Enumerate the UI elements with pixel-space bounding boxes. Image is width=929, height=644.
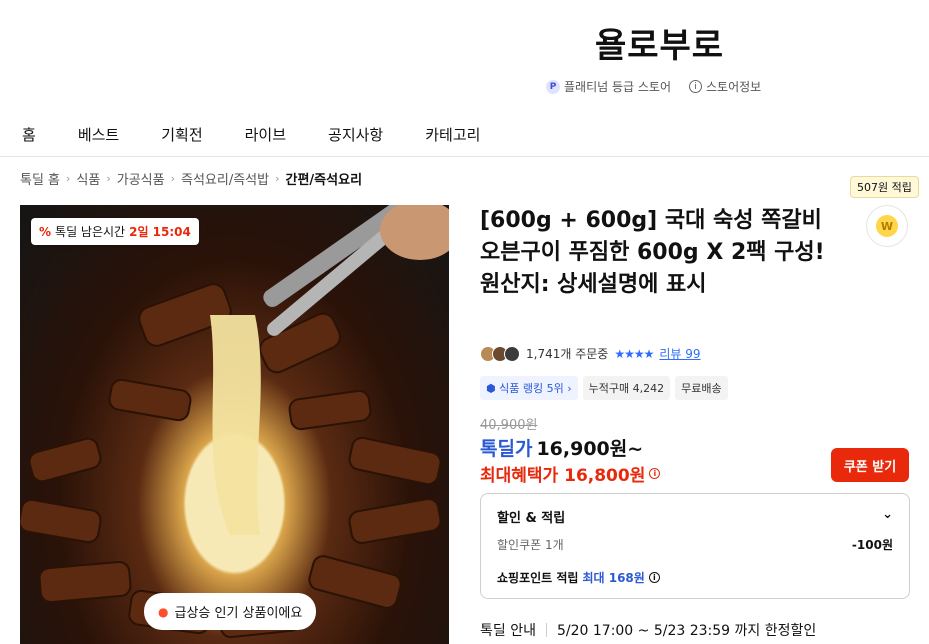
discount-title: 할인 & 적립 [497, 511, 566, 526]
nav-divider [0, 156, 929, 157]
nav-notice[interactable]: 공지사항 [328, 124, 383, 145]
points-value: 최대 168원 [582, 571, 645, 585]
deal-price-row: 톡딜가 16,900원~ [480, 434, 643, 461]
store-name: 욜로부로 [594, 26, 725, 66]
deal-info-period: 5/20 17:00 ~ 5/23 23:59 까지 한정할인 [556, 623, 817, 639]
fire-icon: ● [158, 604, 169, 619]
coupon-button[interactable]: 쿠폰 받기 [831, 448, 909, 482]
nav-best[interactable]: 베스트 [78, 124, 119, 145]
nav-live[interactable]: 라이브 [245, 124, 286, 145]
chevron-right-icon: › [275, 172, 280, 185]
points-label: 쇼핑포인트 적립 [497, 571, 579, 585]
deal-info: 톡딜 안내 5/20 17:00 ~ 5/23 23:59 까지 한정할인 [480, 620, 816, 640]
original-price: 40,900원 [480, 418, 538, 433]
deal-timer-badge: % 톡딜 남은시간 2일 15:04 [31, 218, 199, 245]
breadcrumb-item[interactable]: 가공식품 [117, 169, 165, 188]
store-grade[interactable]: P 플래티넘 등급 스토어 [546, 78, 671, 95]
deal-info-label: 톡딜 안내 [480, 623, 536, 639]
info-icon[interactable]: i [649, 468, 661, 479]
chevron-right-icon: › [66, 172, 71, 185]
trending-pill: ● 급상승 인기 상품이에요 [144, 593, 317, 630]
divider [545, 623, 547, 637]
ranking-tag[interactable]: ⬢ 식품 랭킹 5위 › [480, 376, 578, 400]
coupon-row: 할인쿠폰 1개 -100원 [497, 536, 893, 553]
info-icon: i [689, 80, 702, 93]
discount-header[interactable]: 할인 & 적립 ⌄ [497, 507, 893, 526]
breadcrumb-current[interactable]: 간편/즉석요리 [286, 169, 363, 188]
store-meta: P 플래티넘 등급 스토어 i 스토어정보 [546, 78, 761, 95]
breadcrumb-item[interactable]: 즉석요리/즉석밥 [181, 169, 269, 188]
store-grade-label: 플래티넘 등급 스토어 [564, 80, 671, 94]
chevron-down-icon[interactable]: ⌄ [882, 507, 893, 526]
coupon-value: -100원 [851, 538, 893, 552]
nav-home[interactable]: 홈 [22, 124, 36, 145]
deal-price-label: 톡딜가 [480, 438, 533, 460]
chevron-right-icon: › [170, 172, 175, 185]
store-info-link[interactable]: i 스토어정보 [689, 78, 761, 95]
buyer-avatars [480, 345, 520, 362]
breadcrumb-item[interactable]: 식품 [76, 169, 100, 188]
max-benefit-price[interactable]: 최대혜택가 16,800원 i [480, 461, 661, 486]
info-icon[interactable]: i [648, 572, 660, 583]
store-nav: 홈 베스트 기획전 라이브 공지사항 카테고리 [22, 124, 522, 145]
store-info-label: 스토어정보 [706, 80, 762, 94]
chevron-right-icon: › [106, 172, 111, 185]
nav-exhibition[interactable]: 기획전 [161, 124, 202, 145]
product-title: [600g + 600g] 국대 숙성 쪽갈비 오븐구이 푸짐한 600g X … [480, 208, 825, 297]
deal-price-value: 16,900원~ [536, 438, 644, 460]
order-count: 1,741개 주문중 [526, 347, 609, 361]
platinum-icon: P [546, 79, 560, 94]
coupon-label: 할인쿠폰 1개 [497, 538, 564, 552]
nav-category[interactable]: 카테고리 [425, 124, 480, 145]
trending-label: 급상승 인기 상품이에요 [174, 606, 303, 621]
star-rating-icon: ★★★★ [614, 346, 654, 361]
review-summary: 1,741개 주문중 ★★★★ 리뷰 99 [480, 345, 701, 362]
breadcrumb: 톡딜 홈 › 식품 › 가공식품 › 즉석요리/즉석밥 › 간편/즉석요리 [20, 169, 362, 188]
food-illustration [20, 205, 449, 639]
review-link[interactable]: 리뷰 99 [659, 345, 700, 362]
discount-percent-icon: % [39, 224, 52, 239]
reward-tooltip: 507원 적립 [850, 176, 919, 198]
reward-button[interactable]: W [866, 205, 908, 247]
breadcrumb-item[interactable]: 톡딜 홈 [20, 169, 60, 188]
free-shipping-tag: 무료배송 [675, 376, 728, 400]
points-row: 쇼핑포인트 적립 최대 168원 i [497, 569, 893, 586]
timer-label: 톡딜 남은시간 [55, 225, 126, 239]
product-image[interactable]: % 톡딜 남은시간 2일 15:04 ● 급상승 인기 상품이에요 [20, 205, 449, 644]
timer-value: 2일 15:04 [129, 225, 191, 239]
cumulative-purchase-tag: 누적구매 4,242 [582, 376, 671, 400]
product-tags: ⬢ 식품 랭킹 5위 › 누적구매 4,242 무료배송 [480, 376, 728, 400]
coin-icon: W [876, 215, 898, 237]
discount-panel: 할인 & 적립 ⌄ 할인쿠폰 1개 -100원 쇼핑포인트 적립 최대 168원… [480, 493, 910, 599]
